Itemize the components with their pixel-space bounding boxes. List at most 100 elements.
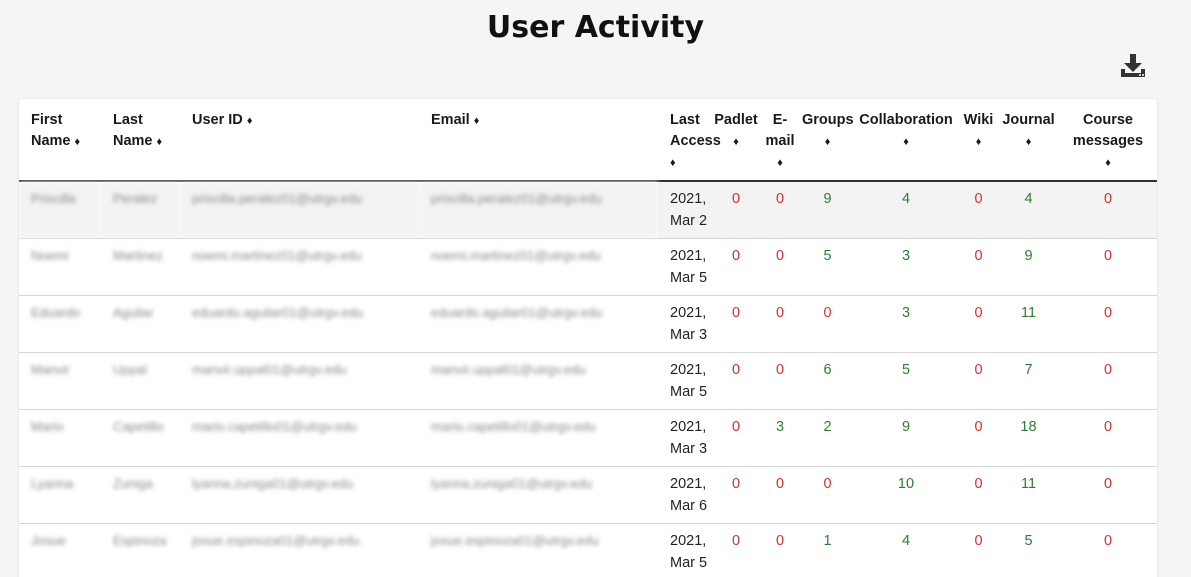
cell-first: Eduardo xyxy=(19,295,101,353)
cell-groups: 2 xyxy=(802,409,853,467)
cell-groups: 1 xyxy=(802,523,853,577)
cell-journal: 11 xyxy=(998,295,1059,353)
column-header[interactable]: User ID ♦ xyxy=(180,99,419,182)
sort-icon[interactable]: ♦ xyxy=(976,136,982,148)
last-access-year: 2021, xyxy=(670,191,707,207)
cell-last-access: 2021, Mar 3 xyxy=(658,409,714,467)
cell-user-id: josue.espinoza01@utrgv.edu xyxy=(180,523,419,577)
cell-email: mario.capetillo01@utrgv.edu xyxy=(419,409,658,467)
column-header-label: Collaboration xyxy=(859,112,953,128)
cell-course-messages: 0 xyxy=(1059,181,1157,239)
sort-icon[interactable]: ♦ xyxy=(1026,136,1032,148)
cell-journal: 4 xyxy=(998,181,1059,239)
table-row[interactable]: Lyanna Zuniga lyanna.zuniga01@utrgv.edu lya… xyxy=(19,466,1157,524)
cell-first: Manvir xyxy=(19,352,101,410)
cell-groups: 6 xyxy=(802,352,853,410)
cell-groups: 0 xyxy=(802,295,853,353)
column-header-label: Course xyxy=(1083,112,1133,128)
table-row[interactable]: Mario Capetillo mario.capetillo01@utrgv.ed… xyxy=(19,409,1157,467)
column-header-label: Padlet xyxy=(714,112,758,128)
sort-icon[interactable]: ♦ xyxy=(157,136,163,148)
cell-wiki: 0 xyxy=(959,523,998,577)
cell-user-id: priscilla.peralez01@utrgv.edu xyxy=(180,181,419,239)
table-row[interactable]: Josue Espinoza josue.espinoza01@utrgv.edu j… xyxy=(19,523,1157,577)
last-access-year: 2021, xyxy=(670,418,707,435)
header-row: First Name ♦ Last Name ♦ User ID ♦ Email ♦ Las… xyxy=(19,99,1157,182)
cell-groups: 5 xyxy=(802,238,853,296)
download-button[interactable] xyxy=(1118,52,1148,80)
column-header[interactable]: E-mail ♦ xyxy=(758,99,802,182)
cell-collaboration: 10 xyxy=(853,466,959,524)
cell-course-messages: 0 xyxy=(1059,409,1157,467)
sort-icon[interactable]: ♦ xyxy=(670,157,676,169)
cell-first: Josue xyxy=(19,523,101,577)
cell-last-access: 2021, Mar 3 xyxy=(658,295,714,353)
sort-icon[interactable]: ♦ xyxy=(474,115,480,127)
cell-last: Aguilar xyxy=(101,295,180,353)
sort-icon[interactable]: ♦ xyxy=(1105,157,1111,169)
page-title: User Activity xyxy=(486,10,705,45)
table-body: Priscilla Peralez priscilla.peralez01@utrg… xyxy=(19,181,1157,577)
cell-first: Mario xyxy=(19,409,101,467)
column-header-label: Name xyxy=(113,133,153,149)
column-header-label: Last xyxy=(113,112,143,128)
sort-icon[interactable]: ♦ xyxy=(247,115,253,127)
last-access-date: Mar 3 xyxy=(670,440,708,457)
cell-wiki: 0 xyxy=(959,466,998,524)
cell-last-access: 2021, Mar 5 xyxy=(658,523,714,577)
column-header-label: mail xyxy=(765,133,795,149)
column-header-label: First xyxy=(31,112,63,128)
column-header[interactable]: Email ♦ xyxy=(419,99,658,182)
cell-last-access: 2021, Mar 6 xyxy=(658,466,714,524)
sort-icon[interactable]: ♦ xyxy=(733,136,739,148)
last-access-year: 2021, xyxy=(670,532,707,549)
last-access-year: 2021, xyxy=(670,361,707,378)
column-header[interactable]: First Name ♦ xyxy=(19,99,101,182)
table-row[interactable]: Noemi Martinez noemi.martinez01@utrgv.edu n… xyxy=(19,238,1157,296)
cell-last: Espinoza xyxy=(101,523,180,577)
cell-wiki: 0 xyxy=(959,295,998,353)
column-header[interactable]: Collaboration ♦ xyxy=(853,99,959,182)
cell-course-messages: 0 xyxy=(1059,466,1157,524)
column-header[interactable]: Journal ♦ xyxy=(998,99,1059,182)
column-header-label: E- xyxy=(772,112,788,128)
last-access-date: Mar 3 xyxy=(670,326,708,343)
cell-email: lyanna.zuniga01@utrgv.edu xyxy=(419,466,658,524)
column-header-label: Last xyxy=(670,112,700,128)
cell-email-count: 0 xyxy=(758,466,802,524)
last-access-year: 2021, xyxy=(670,247,707,264)
sort-icon[interactable]: ♦ xyxy=(777,157,783,169)
cell-last: Uppal xyxy=(101,352,180,410)
column-header-label: Journal xyxy=(1002,112,1055,128)
cell-padlet: 0 xyxy=(714,466,758,524)
cell-wiki: 0 xyxy=(959,238,998,296)
cell-groups: 0 xyxy=(802,466,853,524)
cell-journal: 11 xyxy=(998,466,1059,524)
sort-icon[interactable]: ♦ xyxy=(75,136,81,148)
last-access-date: Mar 2 xyxy=(670,213,708,229)
cell-journal: 9 xyxy=(998,238,1059,296)
cell-email: eduardo.aguilar01@utrgv.edu xyxy=(419,295,658,353)
last-access-date: Mar 6 xyxy=(670,497,708,514)
column-header[interactable]: Last Access ♦ xyxy=(658,99,721,182)
download-icon xyxy=(1121,54,1145,77)
cell-user-id: mario.capetillo01@utrgv.edu xyxy=(180,409,419,467)
column-header[interactable]: Last Name ♦ xyxy=(101,99,180,182)
cell-email: noemi.martinez01@utrgv.edu xyxy=(419,238,658,296)
cell-collaboration: 4 xyxy=(853,523,959,577)
cell-padlet: 0 xyxy=(714,352,758,410)
column-header[interactable]: Course messages ♦ xyxy=(1059,99,1157,182)
cell-course-messages: 0 xyxy=(1059,238,1157,296)
last-access-year: 2021, xyxy=(670,304,707,321)
column-header[interactable]: Wiki ♦ xyxy=(959,99,998,182)
cell-wiki: 0 xyxy=(959,409,998,467)
table-row[interactable]: Manvir Uppal manvir.uppal01@utrgv.edu manvi… xyxy=(19,352,1157,410)
table-row[interactable]: Priscilla Peralez priscilla.peralez01@utrg… xyxy=(19,181,1157,239)
cell-email: priscilla.peralez01@utrgv.edu xyxy=(419,181,658,239)
table-row[interactable]: Eduardo Aguilar eduardo.aguilar01@utrgv.ed… xyxy=(19,295,1157,353)
sort-icon[interactable]: ♦ xyxy=(825,136,831,148)
column-header[interactable]: Groups ♦ xyxy=(802,99,854,182)
cell-user-id: eduardo.aguilar01@utrgv.edu xyxy=(180,295,419,353)
sort-icon[interactable]: ♦ xyxy=(903,136,909,148)
cell-email-count: 0 xyxy=(758,181,802,239)
